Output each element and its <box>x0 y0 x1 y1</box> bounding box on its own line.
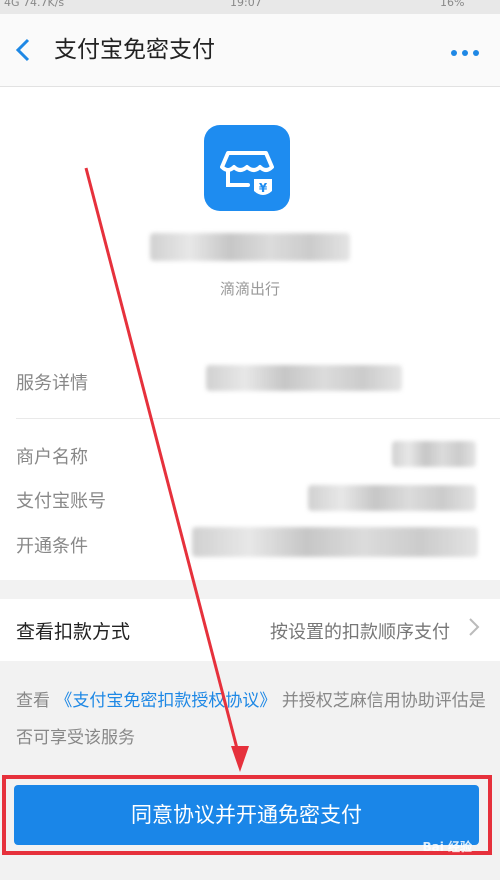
alipay-account-label: 支付宝账号 <box>16 491 106 512</box>
store-yuan-icon: ¥ <box>220 151 274 195</box>
svg-text:¥: ¥ <box>259 181 268 195</box>
battery-level: 16% <box>440 0 465 9</box>
merchant-name-value-redacted <box>392 441 476 467</box>
conditions-label: 开通条件 <box>16 536 88 557</box>
merchant-app-icon: ¥ <box>204 125 290 211</box>
more-dots-icon <box>451 50 479 56</box>
chevron-left-icon <box>15 38 30 62</box>
back-button[interactable] <box>10 36 38 64</box>
agreement-link[interactable]: 《支付宝免密扣款授权协议》 <box>55 691 276 711</box>
service-details-value-redacted <box>206 365 402 391</box>
page-title: 支付宝免密支付 <box>54 37 215 63</box>
network-speed: 4G 74.7K/s <box>4 0 65 9</box>
top-bar: 支付宝免密支付 <box>0 14 500 87</box>
chevron-right-icon <box>466 615 482 645</box>
alipay-account-value-redacted <box>308 485 476 511</box>
merchant-name-redacted <box>150 233 350 261</box>
status-time: 19:07 <box>230 0 262 9</box>
merchant-subtitle: 滴滴出行 <box>219 280 280 298</box>
more-button[interactable] <box>450 36 480 64</box>
agreement-prefix: 查看 <box>16 691 50 711</box>
divider <box>16 418 500 419</box>
agree-and-enable-button[interactable]: 同意协议并开通免密支付 <box>14 785 479 845</box>
agreement-text: 查看 《支付宝免密扣款授权协议》 并授权芝麻信用协助评估是否可享受该服务 <box>16 683 486 757</box>
merchant-name-label: 商户名称 <box>16 447 88 468</box>
service-details-label: 服务详情 <box>16 373 88 394</box>
deduction-method-value: 按设置的扣款顺序支付 <box>270 622 450 643</box>
conditions-value-redacted <box>192 527 478 557</box>
merchant-card: ¥ 滴滴出行 服务详情 商户名称 支付宝账号 开通条件 <box>0 87 500 580</box>
deduction-method-label: 查看扣款方式 <box>16 621 131 643</box>
deduction-method-row[interactable]: 查看扣款方式 按设置的扣款顺序支付 <box>0 599 500 661</box>
status-bar: 4G 74.7K/s 19:07 16% <box>0 0 500 14</box>
baidu-watermark: Bai 经验 <box>422 840 472 854</box>
